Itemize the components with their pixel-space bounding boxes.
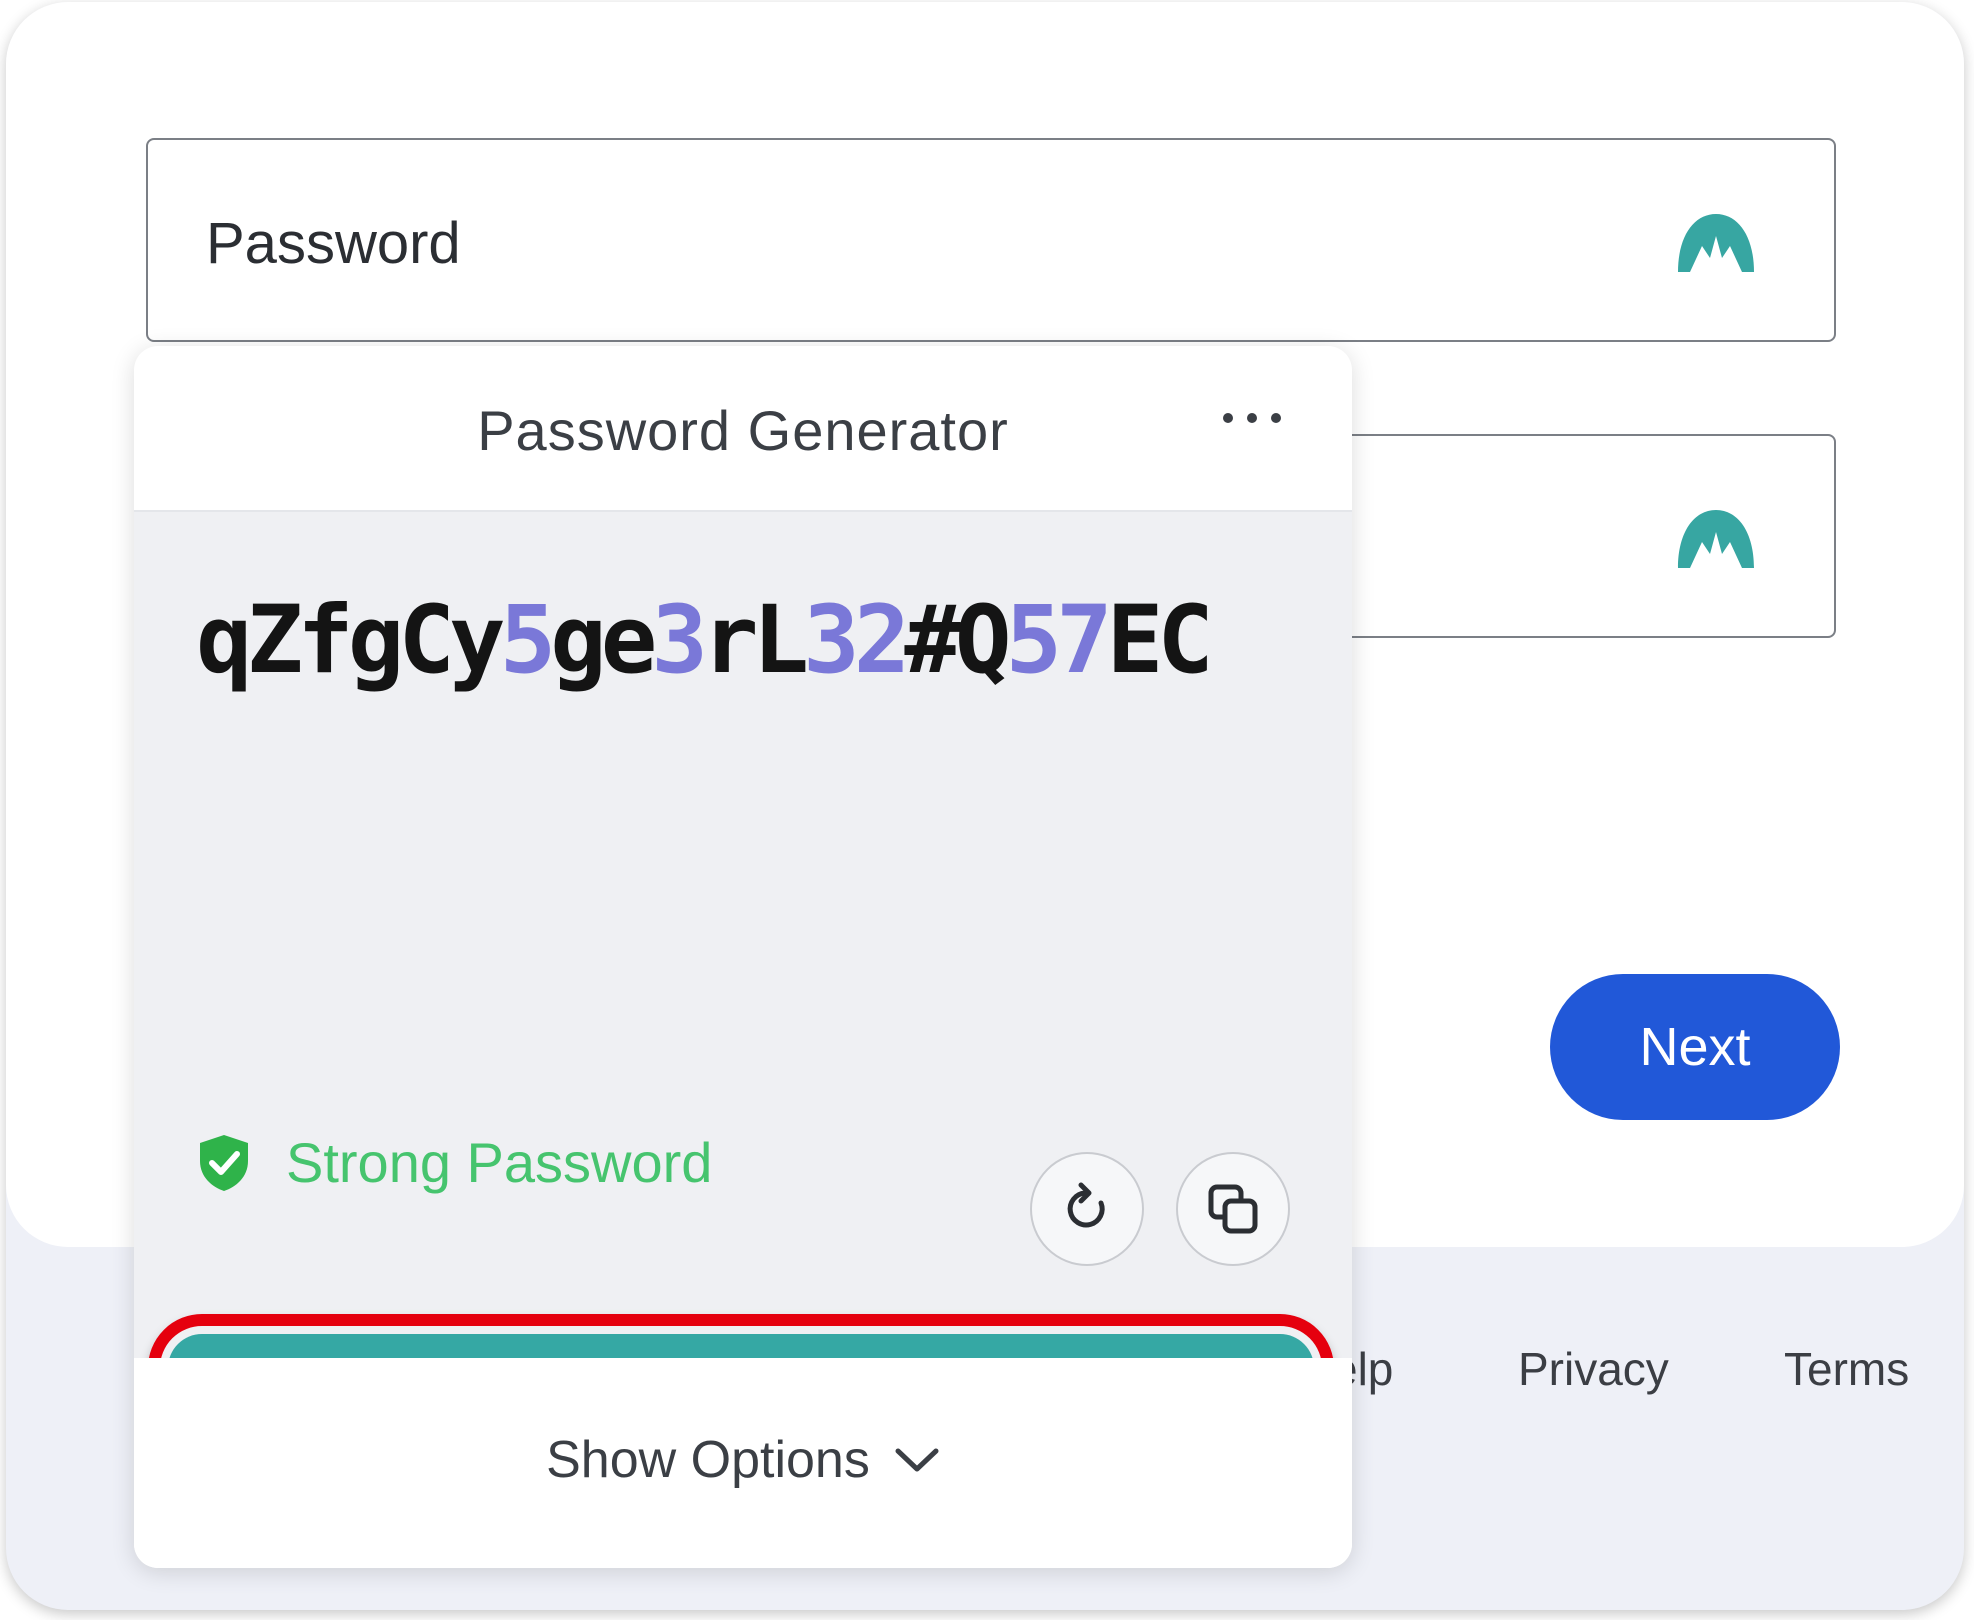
more-icon[interactable] — [1220, 406, 1284, 430]
regenerate-button[interactable] — [1030, 1152, 1144, 1266]
password-digit-segment: 5 — [499, 586, 557, 695]
password-strength: Strong Password — [196, 1130, 712, 1195]
password-digit-segment: 3 — [651, 586, 708, 695]
refresh-icon — [1067, 1182, 1105, 1228]
password-letter-segment: #Q — [904, 586, 1011, 695]
password-generator-popup: Password Generator qZfgCy5ge3rL32#Q57EC … — [134, 346, 1352, 1568]
nordpass-icon[interactable] — [1676, 506, 1756, 572]
password-letter-segment: ge — [550, 586, 657, 695]
next-button[interactable]: Next — [1550, 974, 1840, 1120]
password-digit-segment: 32 — [803, 586, 910, 695]
password-letter-segment: qZfgCy — [196, 586, 506, 695]
shield-check-icon — [200, 1134, 248, 1191]
chevron-down-icon — [895, 1448, 939, 1472]
popup-body: qZfgCy5ge3rL32#Q57EC Strong Password Use… — [134, 510, 1352, 1462]
password-digit-segment: 57 — [1005, 586, 1113, 695]
copy-icon — [1208, 1184, 1258, 1234]
generated-password: qZfgCy5ge3rL32#Q57EC — [196, 586, 1214, 695]
popup-header: Password Generator — [134, 346, 1352, 510]
password-letter-segment: rL — [701, 586, 809, 695]
footer-link-terms[interactable]: Terms — [1784, 1342, 1909, 1396]
password-field[interactable]: Password — [146, 138, 1836, 342]
show-options-toggle[interactable]: Show Options — [134, 1430, 1352, 1490]
nordpass-icon[interactable] — [1676, 210, 1756, 276]
strength-label: Strong Password — [286, 1131, 713, 1194]
password-letter-segment: EC — [1106, 586, 1214, 695]
copy-button[interactable] — [1176, 1152, 1290, 1266]
popup-title: Password Generator — [477, 399, 1009, 462]
show-options-label: Show Options — [546, 1431, 870, 1489]
footer-link-privacy[interactable]: Privacy — [1518, 1342, 1669, 1396]
password-field-label: Password — [206, 211, 461, 276]
popup-footer: Show Options — [134, 1358, 1352, 1568]
